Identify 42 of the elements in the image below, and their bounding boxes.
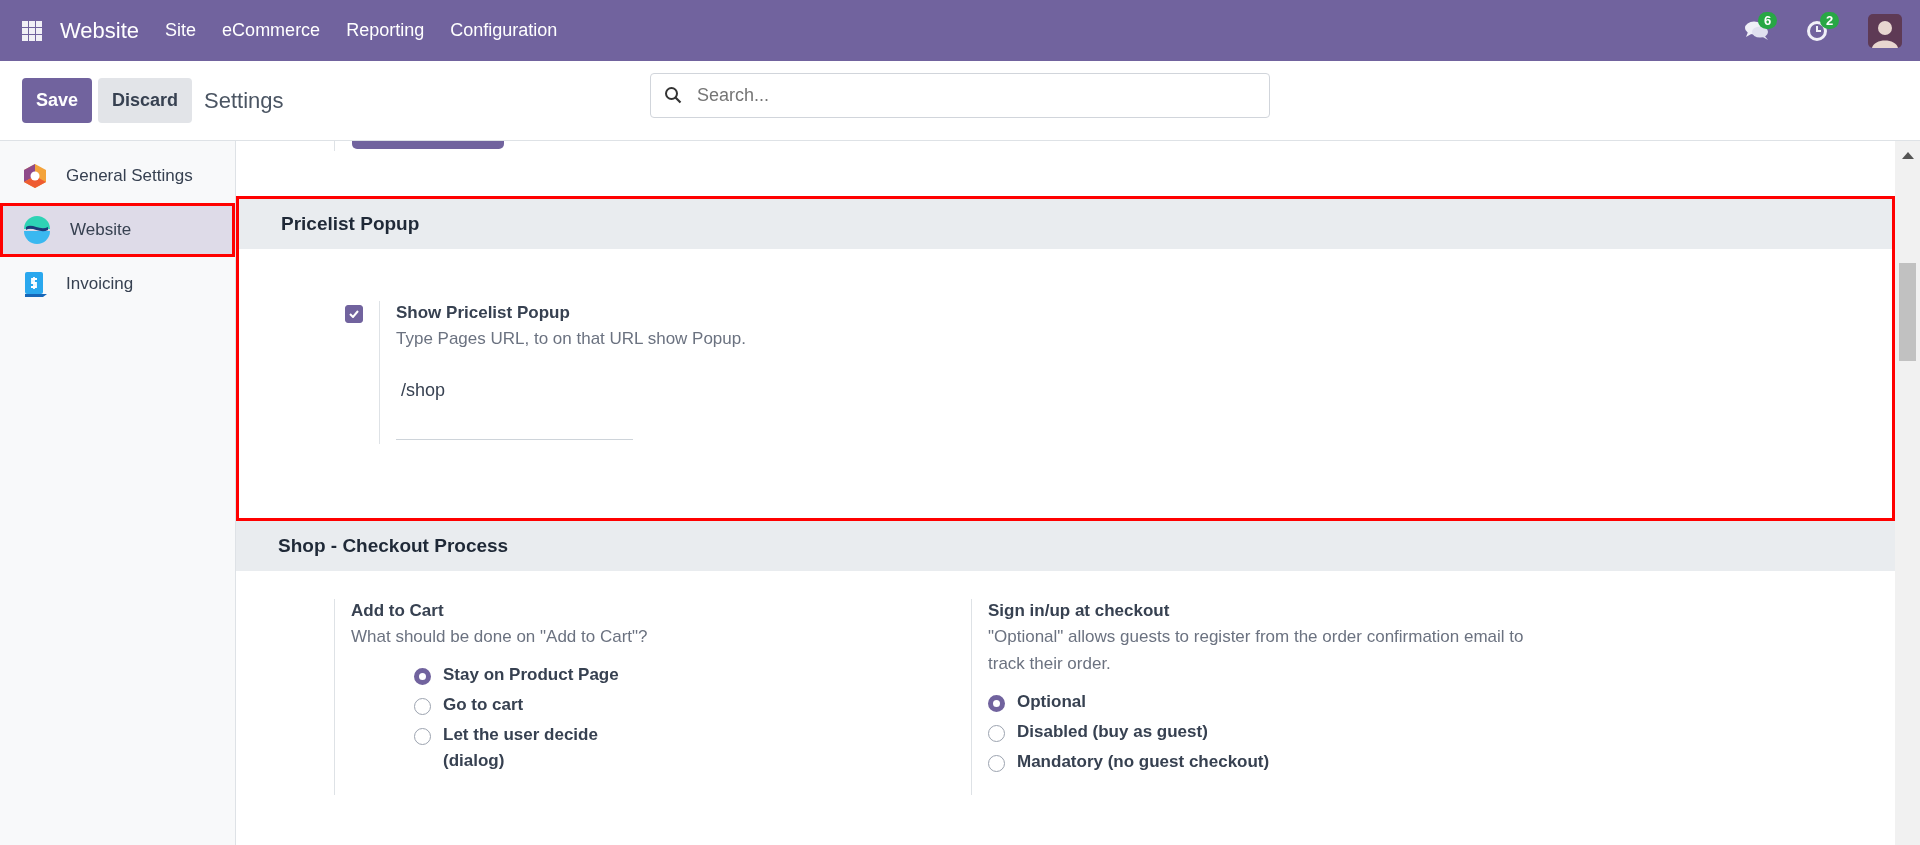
option-label[interactable]: Disabled (buy as guest) — [1017, 719, 1208, 745]
setting-title: Show Pricelist Popup — [396, 302, 571, 324]
option-label[interactable]: Let the user decide (dialog) — [443, 722, 633, 774]
sidebar-item[interactable]: General Settings — [0, 149, 235, 203]
check-icon — [349, 310, 359, 318]
sidebar-item[interactable]: Website — [0, 203, 235, 257]
page-title: Settings — [204, 87, 284, 114]
activity-count-badge: 2 — [1820, 11, 1840, 29]
option-label[interactable]: Optional — [1017, 689, 1086, 715]
setting-description: "Optional" allows guests to register from the order confirmation email to track their order. — [988, 626, 1525, 675]
app-name[interactable]: Website — [60, 17, 140, 44]
option-label[interactable]: Mandatory (no guest checkout) — [1017, 749, 1270, 775]
discard-button[interactable]: Discard — [98, 78, 193, 123]
save-button[interactable]: Save — [22, 78, 93, 123]
radio-button[interactable] — [414, 668, 431, 685]
setting-title: Sign in/up at checkout — [988, 600, 1171, 622]
user-avatar[interactable] — [1868, 13, 1902, 48]
menu-item[interactable]: eCommerce — [222, 20, 321, 41]
hexagon-icon — [22, 163, 48, 189]
menu-item[interactable]: Configuration — [450, 20, 558, 41]
sidebar-item[interactable]: Invoicing — [0, 257, 235, 311]
setting-description: What should be done on "Add to Cart"? — [351, 626, 648, 648]
message-count-badge: 6 — [1758, 11, 1778, 29]
invoice-icon — [22, 271, 48, 297]
checkbox[interactable] — [345, 305, 363, 323]
section-title: Pricelist Popup — [281, 213, 420, 235]
scroll-thumb[interactable] — [1899, 263, 1916, 361]
section-title: Shop - Checkout Process — [278, 535, 509, 557]
url-field[interactable]: /shop — [396, 380, 633, 440]
search-field[interactable]: Search... — [650, 73, 1270, 118]
setting-title: Add to Cart — [351, 600, 445, 622]
menu-item[interactable]: Reporting — [346, 20, 425, 41]
app-grid-icon[interactable] — [22, 20, 42, 41]
option-label[interactable]: Go to cart — [443, 692, 524, 718]
globe-wave-icon — [22, 216, 52, 244]
setting-description: Type Pages URL, to on that URL show Popup. — [396, 328, 746, 350]
option-label[interactable]: Stay on Product Page — [443, 662, 619, 688]
scrollbar[interactable] — [1895, 141, 1920, 845]
clock-icon[interactable] — [1806, 19, 1828, 42]
radio-button[interactable] — [988, 695, 1005, 712]
menu-item[interactable]: Site — [165, 20, 197, 41]
scroll-up-icon[interactable] — [1901, 151, 1914, 159]
